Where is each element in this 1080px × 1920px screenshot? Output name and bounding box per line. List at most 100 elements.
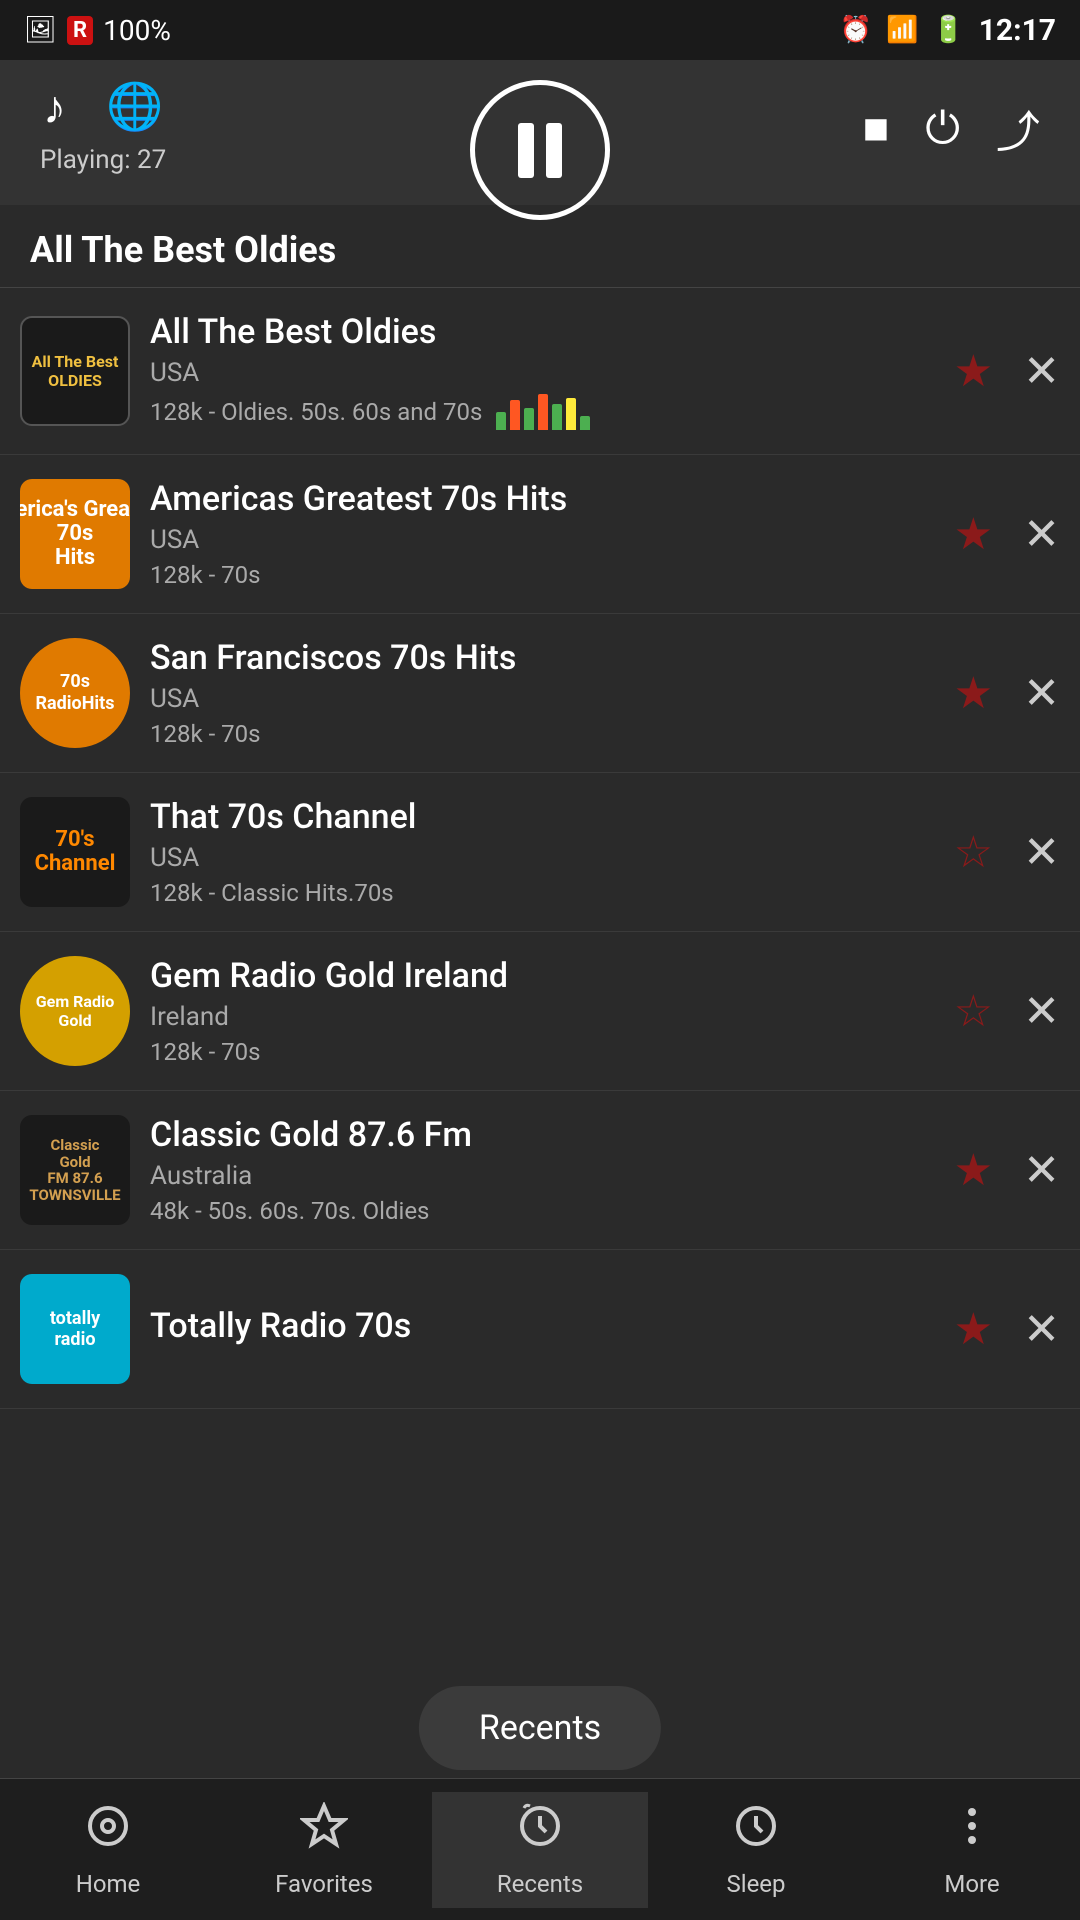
bottom-navigation: Home Favorites Recents Sleep More: [0, 1778, 1080, 1920]
station-actions: ★✕: [954, 345, 1060, 397]
station-meta: 128k - Oldies. 50s. 60s and 70s: [150, 394, 934, 430]
station-country: Australia: [150, 1161, 934, 1191]
station-info: San Franciscos 70s Hits USA 128k - 70s: [150, 638, 934, 748]
station-logo: All The Best OLDIES: [20, 316, 130, 426]
station-info: Gem Radio Gold Ireland Ireland 128k - 70s: [150, 956, 934, 1066]
player-left-controls: ♪ 🌐 Playing: 27: [40, 80, 166, 175]
time-display: 12:17: [979, 13, 1056, 48]
nav-item-more[interactable]: More: [864, 1792, 1080, 1908]
sleep-nav-icon: [732, 1802, 780, 1862]
favorite-button[interactable]: ☆: [954, 826, 993, 878]
home-nav-icon: [84, 1802, 132, 1862]
station-meta: 48k - 50s. 60s. 70s. Oldies: [150, 1197, 934, 1225]
station-meta: 128k - Classic Hits.70s: [150, 879, 934, 907]
recents-nav-label: Recents: [497, 1870, 583, 1898]
player-right-controls: ■ ⏻ ⤴: [863, 96, 1040, 160]
photo-icon: 🖼: [24, 15, 57, 45]
station-name: That 70s Channel: [150, 797, 934, 837]
station-actions: ★✕: [954, 1144, 1060, 1196]
station-actions: ☆✕: [954, 985, 1060, 1037]
favorite-button[interactable]: ★: [954, 667, 993, 719]
remove-button[interactable]: ✕: [1023, 508, 1060, 560]
station-actions: ★✕: [954, 667, 1060, 719]
player-header: ♪ 🌐 Playing: 27 ■ ⏻ ⤴: [0, 60, 1080, 205]
station-meta: 128k - 70s: [150, 1038, 934, 1066]
station-info: That 70s Channel USA 128k - Classic Hits.7…: [150, 797, 934, 907]
wifi-icon: 📶: [886, 15, 918, 45]
sleep-nav-label: Sleep: [726, 1870, 785, 1898]
status-bar: 🖼 R 100% ⏰ 📶 🔋 12:17: [0, 0, 1080, 60]
station-meta: 128k - 70s: [150, 561, 934, 589]
station-actions: ★✕: [954, 1303, 1060, 1355]
station-country: USA: [150, 525, 934, 555]
station-item[interactable]: 70's Channel That 70s Channel USA 128k - Cl…: [0, 773, 1080, 932]
station-item[interactable]: 70s RadioHits San Franciscos 70s Hits USA 1…: [0, 614, 1080, 773]
favorite-button[interactable]: ☆: [954, 985, 993, 1037]
pause-button[interactable]: [470, 80, 610, 220]
station-list: All The Best OLDIES All The Best Oldies US…: [0, 288, 1080, 1409]
favorites-nav-icon: [300, 1802, 348, 1862]
station-item[interactable]: totally radioTotally Radio 70s★✕: [0, 1250, 1080, 1409]
status-right: ⏰ 📶 🔋 12:17: [840, 13, 1056, 48]
station-item[interactable]: America's Greatest 70s HitsAmericas Grea…: [0, 455, 1080, 614]
remove-button[interactable]: ✕: [1023, 345, 1060, 397]
power-button[interactable]: ⏻: [925, 102, 960, 154]
favorite-button[interactable]: ★: [954, 345, 993, 397]
favorite-button[interactable]: ★: [954, 1144, 993, 1196]
share-button[interactable]: ⤴: [996, 96, 1040, 160]
station-logo: 70s RadioHits: [20, 638, 130, 748]
station-info: Classic Gold 87.6 Fm Australia 48k - 50s. …: [150, 1115, 934, 1225]
station-name: Gem Radio Gold Ireland: [150, 956, 934, 996]
recents-nav-icon: [516, 1802, 564, 1862]
station-country: USA: [150, 684, 934, 714]
nav-item-favorites[interactable]: Favorites: [216, 1792, 432, 1908]
station-meta: 128k - 70s: [150, 720, 934, 748]
app-icon: R: [67, 16, 93, 45]
station-name: Totally Radio 70s: [150, 1306, 934, 1346]
battery-count: 100%: [103, 14, 171, 47]
remove-button[interactable]: ✕: [1023, 985, 1060, 1037]
remove-button[interactable]: ✕: [1023, 1144, 1060, 1196]
favorites-nav-label: Favorites: [275, 1870, 373, 1898]
station-item[interactable]: Classic Gold FM 87.6 TOWNSVILLEClassic G…: [0, 1091, 1080, 1250]
station-item[interactable]: All The Best OLDIES All The Best Oldies US…: [0, 288, 1080, 455]
station-logo: Classic Gold FM 87.6 TOWNSVILLE: [20, 1115, 130, 1225]
remove-button[interactable]: ✕: [1023, 667, 1060, 719]
more-nav-label: More: [944, 1870, 999, 1898]
equalizer-bars: [496, 394, 590, 430]
station-name: All The Best Oldies: [150, 312, 934, 352]
globe-icon[interactable]: 🌐: [106, 80, 163, 135]
station-logo: Gem Radio Gold: [20, 956, 130, 1066]
station-name: Americas Greatest 70s Hits: [150, 479, 934, 519]
station-logo: 70's Channel: [20, 797, 130, 907]
nav-item-home[interactable]: Home: [0, 1792, 216, 1908]
station-item[interactable]: Gem Radio Gold Gem Radio Gold Ireland Irel…: [0, 932, 1080, 1091]
station-country: Ireland: [150, 1002, 934, 1032]
remove-button[interactable]: ✕: [1023, 826, 1060, 878]
nav-item-recents[interactable]: Recents: [432, 1792, 648, 1908]
recents-tooltip: Recents: [419, 1686, 661, 1770]
station-logo: America's Greatest 70s Hits: [20, 479, 130, 589]
pause-icon: [518, 123, 562, 178]
station-info: Totally Radio 70s: [150, 1306, 934, 1352]
nav-item-sleep[interactable]: Sleep: [648, 1792, 864, 1908]
station-logo: totally radio: [20, 1274, 130, 1384]
station-name: San Franciscos 70s Hits: [150, 638, 934, 678]
station-name: Classic Gold 87.6 Fm: [150, 1115, 934, 1155]
remove-button[interactable]: ✕: [1023, 1303, 1060, 1355]
stop-button[interactable]: ■: [863, 102, 890, 154]
favorite-button[interactable]: ★: [954, 1303, 993, 1355]
battery-icon: 🔋: [932, 15, 964, 45]
favorite-button[interactable]: ★: [954, 508, 993, 560]
playing-status: Playing: 27: [40, 145, 166, 175]
station-country: USA: [150, 358, 934, 388]
music-note-icon[interactable]: ♪: [43, 80, 66, 135]
station-actions: ☆✕: [954, 826, 1060, 878]
more-nav-icon: [948, 1802, 996, 1862]
home-nav-label: Home: [76, 1870, 141, 1898]
station-info: Americas Greatest 70s Hits USA 128k - 70s: [150, 479, 934, 589]
station-info: All The Best Oldies USA 128k - Oldies. 50s…: [150, 312, 934, 430]
alarm-icon: ⏰: [840, 15, 872, 45]
station-actions: ★✕: [954, 508, 1060, 560]
station-country: USA: [150, 843, 934, 873]
